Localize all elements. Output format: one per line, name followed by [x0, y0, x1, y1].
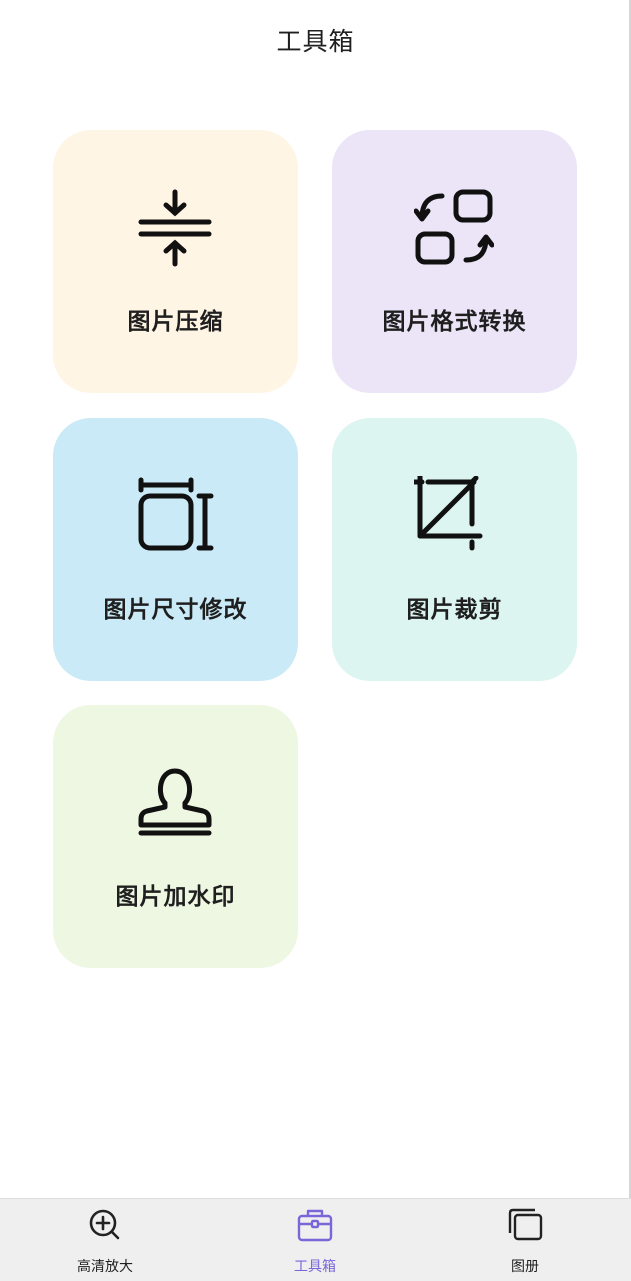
- tab-album[interactable]: 图册: [460, 1199, 590, 1281]
- crop-icon: [414, 476, 483, 551]
- tool-card-resize[interactable]: 图片尺寸修改: [53, 418, 298, 681]
- format-convert-icon: [414, 189, 494, 265]
- tool-label-format-convert: 图片格式转换: [382, 309, 527, 335]
- compress-icon: [138, 189, 212, 267]
- tab-toolbox[interactable]: 工具箱: [250, 1199, 380, 1281]
- tab-upscale[interactable]: 高清放大: [40, 1199, 170, 1281]
- tool-label-watermark: 图片加水印: [115, 884, 236, 910]
- tool-label-crop: 图片裁剪: [406, 597, 503, 623]
- tab-label-toolbox: 工具箱: [294, 1259, 336, 1275]
- zoom-in-icon: [89, 1209, 120, 1240]
- page-title: 工具箱: [276, 27, 355, 56]
- stamp-icon: [138, 768, 212, 836]
- tab-label-upscale: 高清放大: [77, 1259, 133, 1275]
- tool-label-compress: 图片压缩: [127, 309, 224, 335]
- tool-card-crop[interactable]: 图片裁剪: [332, 418, 577, 681]
- album-icon: [508, 1208, 543, 1241]
- tool-card-compress[interactable]: 图片压缩: [53, 130, 298, 393]
- tool-label-resize: 图片尺寸修改: [103, 597, 248, 623]
- bottom-tab-bar: 高清放大 工具箱 图册: [0, 1198, 631, 1281]
- tool-card-format-convert[interactable]: 图片格式转换: [332, 130, 577, 393]
- tool-card-watermark[interactable]: 图片加水印: [53, 705, 298, 968]
- tab-label-album: 图册: [511, 1259, 539, 1275]
- resize-icon: [138, 477, 214, 551]
- toolbox-icon: [297, 1209, 333, 1242]
